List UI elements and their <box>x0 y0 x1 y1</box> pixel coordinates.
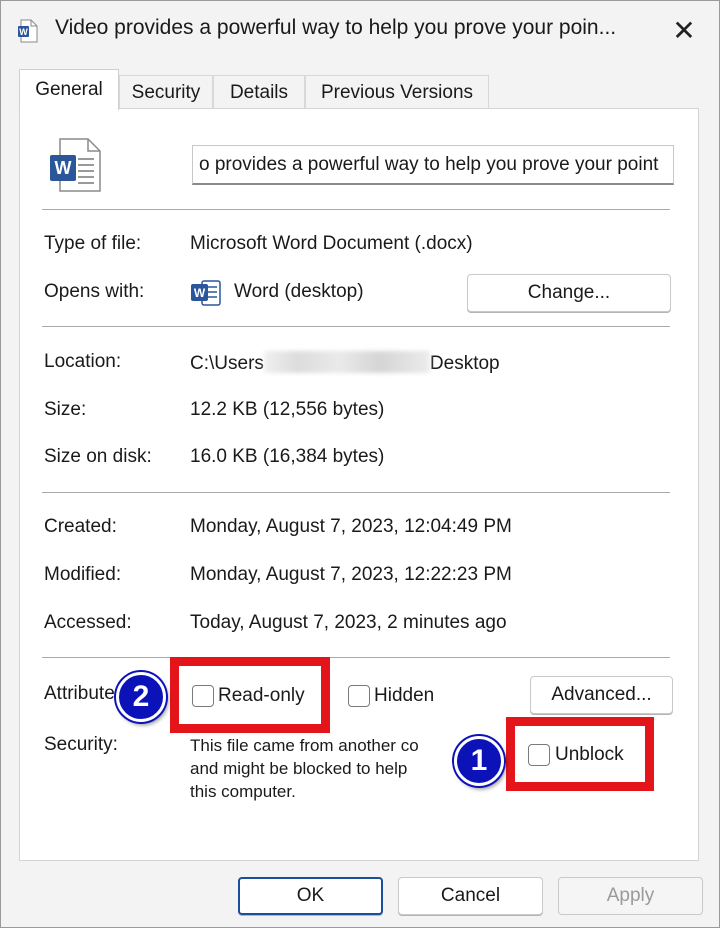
modified-value: Monday, August 7, 2023, 12:22:23 PM <box>190 564 512 585</box>
security-label: Security: <box>44 734 118 755</box>
title-bar: W Video provides a powerful way to help … <box>1 1 719 59</box>
tab-details[interactable]: Details <box>213 75 305 109</box>
dialog-footer: OK Cancel Apply <box>1 863 719 927</box>
security-message-line: This file came from another co <box>190 736 419 755</box>
security-message: This file came from another co and might… <box>190 734 419 803</box>
attributes-label: Attribute <box>44 683 115 704</box>
created-value: Monday, August 7, 2023, 12:04:49 PM <box>190 516 512 537</box>
svg-text:W: W <box>55 158 72 178</box>
tab-security[interactable]: Security <box>119 75 213 109</box>
type-of-file-value: Microsoft Word Document (.docx) <box>190 233 473 254</box>
type-of-file-label: Type of file: <box>44 233 142 254</box>
hidden-label[interactable]: Hidden <box>374 685 434 707</box>
location-value: C:\Users Desktop <box>190 351 500 375</box>
general-tab-panel: W o provides a powerful way to help you … <box>19 108 699 861</box>
location-prefix: C:\Users <box>190 353 264 374</box>
size-on-disk-label: Size on disk: <box>44 446 152 467</box>
ok-button[interactable]: OK <box>238 877 383 915</box>
step-badge-1: 1 <box>454 736 504 786</box>
close-icon: ✕ <box>672 14 696 46</box>
separator <box>42 657 670 659</box>
redacted-username <box>263 351 430 373</box>
highlight-box-read-only <box>170 657 330 733</box>
tab-strip: General Security Details Previous Versio… <box>1 69 719 110</box>
tab-previous-versions[interactable]: Previous Versions <box>305 75 489 109</box>
security-message-line: this computer. <box>190 782 296 801</box>
tab-general[interactable]: General <box>19 69 119 110</box>
opens-with-value: Word (desktop) <box>234 281 364 302</box>
window-title: Video provides a powerful way to help yo… <box>55 16 617 39</box>
close-button[interactable]: ✕ <box>657 11 711 49</box>
separator <box>42 326 670 328</box>
cancel-button[interactable]: Cancel <box>398 877 543 915</box>
created-label: Created: <box>44 516 117 537</box>
file-name-field[interactable]: o provides a powerful way to help you pr… <box>192 145 674 185</box>
size-value: 12.2 KB (12,556 bytes) <box>190 399 385 420</box>
properties-dialog: W Video provides a powerful way to help … <box>0 0 720 928</box>
separator <box>42 492 670 494</box>
word-app-icon: W <box>191 280 221 306</box>
location-suffix: Desktop <box>429 353 500 374</box>
change-button[interactable]: Change... <box>467 274 671 312</box>
word-document-icon: W <box>50 138 101 192</box>
size-on-disk-value: 16.0 KB (16,384 bytes) <box>190 446 385 467</box>
svg-text:W: W <box>19 27 28 37</box>
security-message-line: and might be blocked to help <box>190 759 408 778</box>
step-badge-2: 2 <box>116 672 166 722</box>
hidden-checkbox[interactable] <box>348 685 370 707</box>
accessed-label: Accessed: <box>44 612 132 633</box>
svg-text:W: W <box>194 286 206 300</box>
highlight-box-unblock <box>506 717 654 791</box>
modified-label: Modified: <box>44 564 122 585</box>
size-label: Size: <box>44 399 87 420</box>
apply-button[interactable]: Apply <box>558 877 703 915</box>
advanced-button[interactable]: Advanced... <box>530 676 673 714</box>
opens-with-label: Opens with: <box>44 281 145 302</box>
separator <box>42 209 670 211</box>
location-label: Location: <box>44 351 122 372</box>
word-document-icon: W <box>18 19 38 43</box>
accessed-value: Today, August 7, 2023, 2 minutes ago <box>190 612 507 633</box>
